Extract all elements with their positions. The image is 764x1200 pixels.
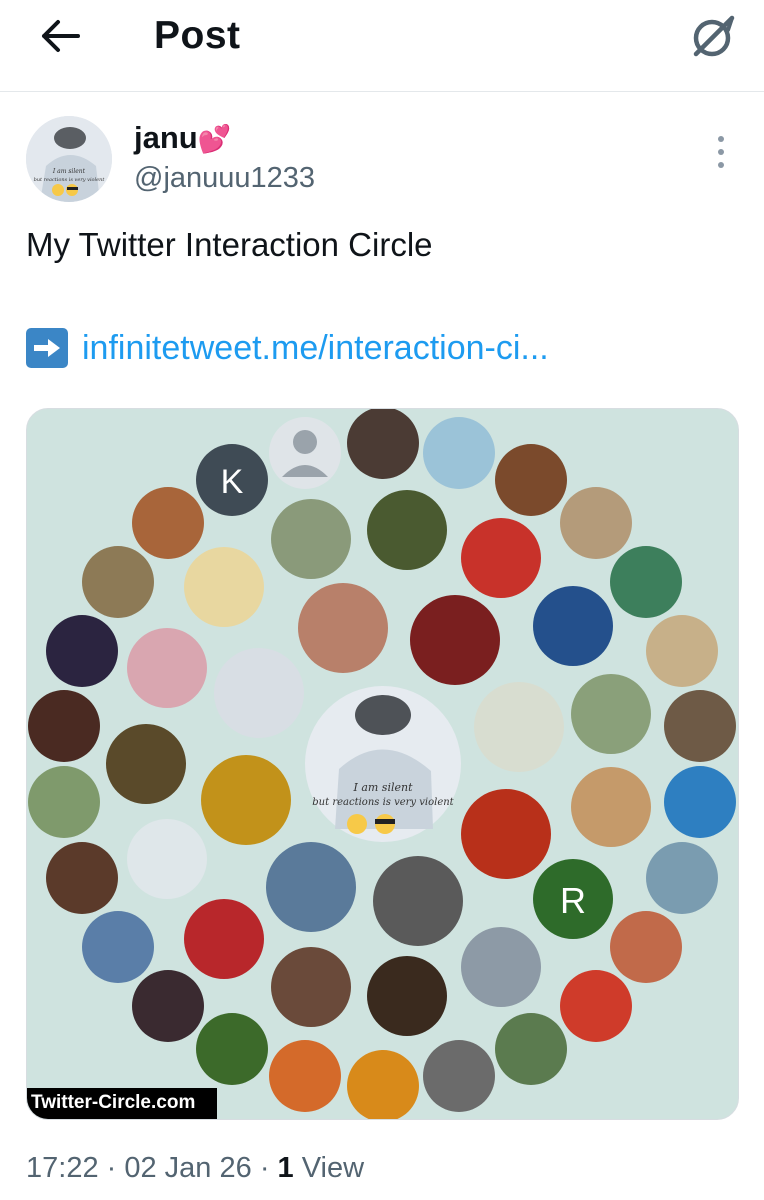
avatar-beard-man [106,724,186,804]
page-title: Post [154,14,241,57]
avatar-cricketer [495,1013,567,1085]
avatar-camera-man [571,674,651,754]
avatar-cricket [560,487,632,559]
avatar-sketch [184,547,264,627]
avatar-trophy [214,648,304,738]
grok-icon[interactable] [688,10,740,62]
avatar-duo [271,947,351,1027]
arrow-right-emoji-icon [26,328,68,368]
author-name-text: janu [134,120,198,155]
post-meta: 17:22 · 02 Jan 26 · 1 View [26,1152,364,1185]
avatar-balloons [127,628,207,708]
post-link[interactable]: infinitetweet.me/interaction-ci... [82,329,549,368]
avatar-gate [474,682,564,772]
interaction-circle-image[interactable]: K R I am silent but reactions is very vi… [26,408,739,1120]
interaction-circle-graphic: K R I am silent but reactions is very vi… [28,409,736,1119]
avatar-red-dress [184,899,264,979]
author-handle[interactable]: @januuu1233 [134,162,315,195]
avatar-horse [127,819,207,899]
avatar-yellow-shirt [571,767,651,847]
avatar-bearded [46,842,118,914]
avatar-deities [82,911,154,983]
avatar-temple-statue [423,417,495,489]
separator-dot: · [106,1152,125,1184]
center-avatar: I am silent but reactions is very violen… [305,686,461,842]
avatar-red-poster [560,970,632,1042]
avatar-deity-shrine [461,789,551,879]
avatar-man-1 [646,615,718,687]
avatar-dark-art [132,970,204,1042]
more-vertical-icon[interactable] [716,135,726,169]
avatar-dark-man [28,690,100,762]
avatar-cap-man [132,487,204,559]
avatar-green-deity [196,1013,268,1085]
avatar-red-frame [461,518,541,598]
avatar-default [269,417,341,489]
avatar-sunglasses-man [298,583,388,673]
avatar-dad-child [347,409,419,479]
avatar-podium [495,444,567,516]
svg-text:but reactions is very violent: but reactions is very violent [312,797,454,808]
avatar-cartoon-mice [461,927,541,1007]
avatar-bw-man [423,1040,495,1112]
avatar-men-walking [266,842,356,932]
avatar-krishna [610,546,682,618]
post-date: 02 Jan 26 [124,1152,252,1184]
watermark: Twitter-Circle.com [27,1088,217,1119]
avatar-couple [373,856,463,946]
avatar-man-2 [664,690,736,762]
avatar-night-fire [46,615,118,687]
author-name[interactable]: janu💕 [134,120,231,156]
avatar-woman-2 [82,546,154,618]
author-avatar[interactable]: I am silent but reactions is very violen… [26,116,112,202]
avatar-check-shirt [410,595,500,685]
heart-emoji: 💕 [197,124,232,154]
avatar-r-letter: R [560,880,586,921]
svg-text:I am silent: I am silent [52,168,86,175]
avatar-green-shirt [367,490,447,570]
avatar-blue-man [533,586,613,666]
author-avatar-image: I am silent but reactions is very violen… [26,116,112,202]
view-count: 1 [277,1152,294,1184]
view-label: View [301,1152,365,1184]
avatar-blue-splash [664,766,736,838]
svg-text:I am silent: I am silent [352,781,413,794]
link-row[interactable]: infinitetweet.me/interaction-ci... [26,326,549,370]
top-bar: Post [0,0,764,92]
avatar-portrait [367,956,447,1036]
avatar-woman-1 [610,911,682,983]
avatar-gold-sunglasses [201,755,291,845]
post-time: 17:22 [26,1152,99,1184]
avatar-ayyappa [347,1050,419,1119]
svg-text:but reactions is very violent: but reactions is very violent [34,177,106,183]
avatar-orange-robe [269,1040,341,1112]
avatar-k-letter: K [221,463,244,501]
avatar-crowd [271,499,351,579]
separator-dot: · [259,1152,278,1184]
avatar-beach [646,842,718,914]
post-text: My Twitter Interaction Circle [26,226,433,263]
avatar-riverside [28,766,100,838]
back-arrow-icon[interactable] [38,18,82,54]
